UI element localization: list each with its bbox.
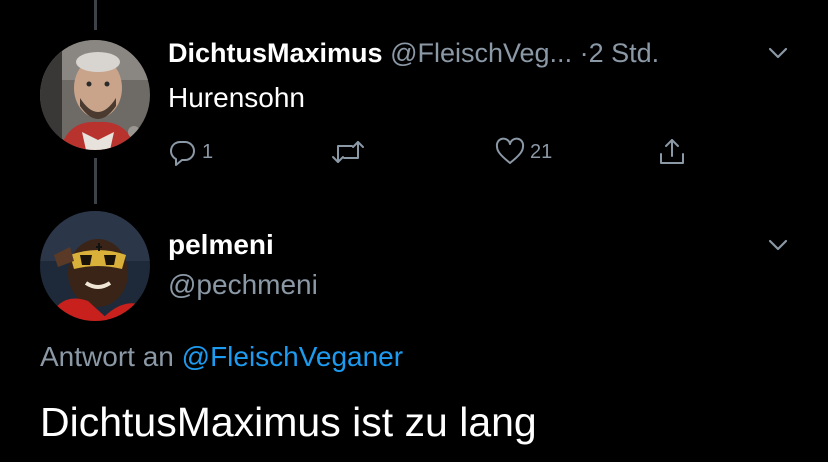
reply-text: DichtusMaximus ist zu lang bbox=[40, 399, 537, 445]
reply-display-name[interactable]: pelmeni bbox=[168, 228, 274, 262]
tweet-text: Hurensohn bbox=[168, 82, 305, 113]
tweet-separator: · bbox=[579, 38, 589, 68]
reply-count: 1 bbox=[202, 140, 214, 163]
thread-connector bbox=[94, 158, 97, 204]
reply-button[interactable]: 1 bbox=[168, 136, 213, 168]
tweet-time[interactable]: 2 Std. bbox=[589, 38, 660, 68]
reply-handle[interactable]: @pechmeni bbox=[168, 268, 318, 302]
tweet-handle[interactable]: @FleischVeg... bbox=[390, 38, 572, 68]
like-count: 21 bbox=[530, 140, 553, 163]
chevron-down-icon[interactable] bbox=[764, 44, 792, 64]
like-button[interactable]: 21 bbox=[494, 136, 552, 168]
replying-to: Antwort an @FleischVeganer bbox=[40, 340, 403, 374]
heart-icon bbox=[494, 137, 526, 167]
chevron-down-icon[interactable] bbox=[764, 236, 792, 256]
retweet-icon bbox=[330, 137, 366, 167]
tweet-header: DichtusMaximus @FleischVeg... ·2 Std. bbox=[168, 36, 659, 70]
thread-connector-top bbox=[94, 0, 97, 30]
retweet-button[interactable] bbox=[330, 136, 370, 168]
avatar-pelmeni[interactable] bbox=[40, 211, 150, 321]
replying-to-mention[interactable]: @FleischVeganer bbox=[182, 341, 403, 372]
replying-to-label: Antwort an bbox=[40, 341, 174, 372]
share-button[interactable] bbox=[656, 136, 688, 168]
reply-icon bbox=[168, 137, 198, 167]
share-icon bbox=[656, 136, 688, 168]
avatar-dichtusmaximus[interactable] bbox=[40, 40, 150, 150]
tweet-display-name[interactable]: DichtusMaximus bbox=[168, 38, 383, 68]
